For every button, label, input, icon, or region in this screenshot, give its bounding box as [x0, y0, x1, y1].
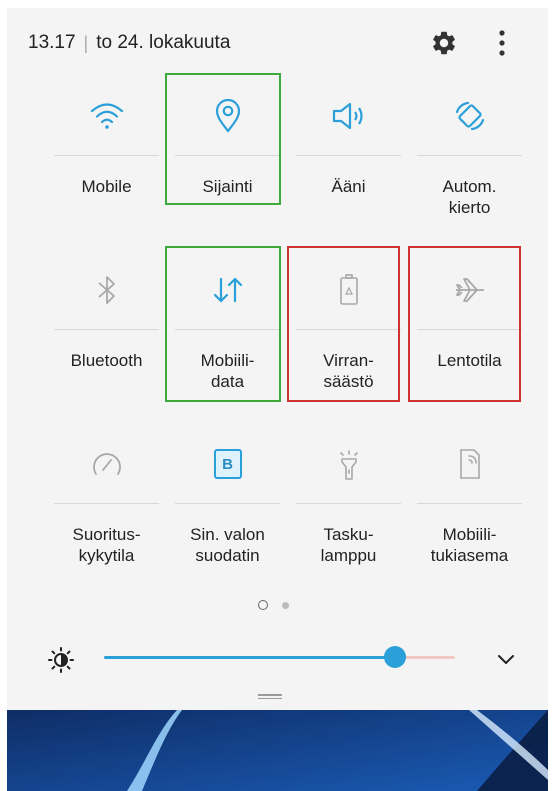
tile-divider [54, 155, 159, 156]
tile-label: Tasku- lamppu [320, 525, 377, 565]
auto-rotate-icon [409, 82, 530, 150]
tile-divider [296, 155, 401, 156]
highlight-box-green [165, 246, 281, 402]
tile-label: Sin. valon suodatin [190, 525, 265, 565]
highlight-box-red [408, 246, 521, 402]
wifi-icon [46, 82, 167, 150]
more-vertical-icon[interactable] [492, 28, 512, 58]
wallpaper [7, 710, 548, 791]
chevron-down-icon[interactable] [494, 647, 518, 671]
blue-light-badge: B [213, 449, 242, 479]
tile-divider [417, 155, 522, 156]
tile-label: Ääni [331, 177, 366, 196]
performance-mode-icon [46, 430, 167, 498]
highlight-box-green [165, 73, 281, 205]
tile-label: Bluetooth [70, 351, 143, 370]
tile-label: Suoritus- kykytila [72, 525, 141, 565]
tile-label: Mobile [81, 177, 132, 196]
drag-handle[interactable] [258, 694, 282, 700]
clock: 13.17 [28, 32, 76, 53]
blue-light-filter-icon: B [167, 430, 288, 498]
gear-icon[interactable] [430, 29, 458, 57]
tile-label: Autom. kierto [442, 177, 497, 217]
page-dot[interactable] [282, 601, 289, 609]
tile-divider [54, 503, 159, 504]
date: to 24. lokakuuta [96, 32, 231, 53]
tile-label: Mobiili- tukiasema [430, 525, 509, 565]
flashlight-icon [288, 430, 409, 498]
status-bar: 13.17 | to 24. lokakuuta [28, 28, 230, 58]
tile-divider [175, 503, 280, 504]
tile-divider [296, 503, 401, 504]
highlight-box-red [287, 246, 400, 402]
page-indicator [258, 600, 289, 610]
brightness-icon [46, 645, 76, 675]
tile-divider [54, 329, 159, 330]
status-separator: | [83, 32, 89, 53]
tile-divider [417, 503, 522, 504]
brightness-slider-fill [104, 656, 396, 659]
mobile-hotspot-icon [409, 430, 530, 498]
bluetooth-icon [46, 256, 167, 324]
speaker-icon [288, 82, 409, 150]
page-dot-current[interactable] [258, 600, 268, 610]
